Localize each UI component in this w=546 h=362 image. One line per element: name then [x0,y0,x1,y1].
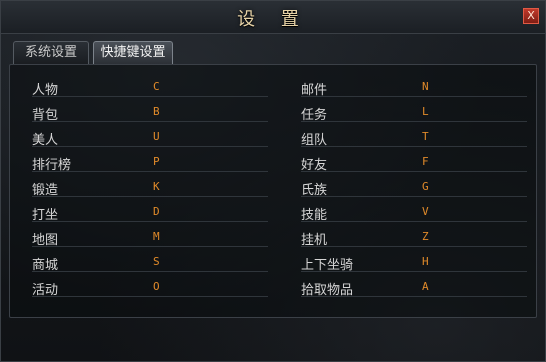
hotkey-action-label: 好友 [301,158,328,173]
hotkey-action-label: 拾取物品 [301,283,354,298]
tab-system-settings[interactable]: 系统设置 [13,41,89,64]
hotkey-key-value[interactable]: Z [422,230,429,243]
hotkey-row[interactable]: 锻造 K [32,177,268,198]
hotkey-row[interactable]: 上下坐骑 H [301,252,527,273]
window-title: 设 置 [237,9,309,30]
settings-window: 设 置 X 系统设置 快捷键设置 人物 C 背包 B 美人 U 排行榜 P 锻造… [0,0,546,362]
hotkey-key-value[interactable]: V [422,205,429,218]
hotkey-key-value[interactable]: D [153,205,160,218]
hotkey-key-value[interactable]: S [153,255,160,268]
hotkey-key-value[interactable]: L [422,105,429,118]
hotkey-action-label: 地图 [32,233,59,248]
hotkey-action-label: 排行榜 [32,158,72,173]
hotkey-action-label: 氏族 [301,183,328,198]
hotkey-key-value[interactable]: O [153,280,160,293]
hotkey-action-label: 邮件 [301,83,328,98]
hotkey-key-value[interactable]: K [153,180,160,193]
hotkey-action-label: 美人 [32,133,59,148]
hotkey-key-value[interactable]: H [422,255,429,268]
hotkey-key-value[interactable]: N [422,80,429,93]
hotkey-panel: 人物 C 背包 B 美人 U 排行榜 P 锻造 K 打坐 D 地图 M 商城 S [9,64,537,318]
hotkey-row[interactable]: 好友 F [301,152,527,173]
hotkey-row[interactable]: 人物 C [32,77,268,98]
hotkey-row[interactable]: 活动 O [32,277,268,298]
hotkey-action-label: 打坐 [32,208,59,223]
hotkey-key-value[interactable]: T [422,130,429,143]
hotkey-row[interactable]: 氏族 G [301,177,527,198]
hotkey-row[interactable]: 排行榜 P [32,152,268,173]
hotkey-key-value[interactable]: C [153,80,160,93]
hotkey-key-value[interactable]: G [422,180,429,193]
hotkey-row[interactable]: 任务 L [301,102,527,123]
hotkey-row[interactable]: 技能 V [301,202,527,223]
hotkey-action-label: 技能 [301,208,328,223]
close-button[interactable]: X [523,8,539,24]
hotkey-action-label: 活动 [32,283,59,298]
hotkey-action-label: 人物 [32,83,59,98]
hotkey-action-label: 锻造 [32,183,59,198]
hotkey-action-label: 上下坐骑 [301,258,354,273]
title-bar[interactable]: 设 置 X [1,1,545,34]
hotkey-row[interactable]: 组队 T [301,127,527,148]
hotkey-row[interactable]: 地图 M [32,227,268,248]
hotkey-action-label: 组队 [301,133,328,148]
hotkey-action-label: 背包 [32,108,59,123]
hotkey-key-value[interactable]: B [153,105,160,118]
hotkey-row[interactable]: 商城 S [32,252,268,273]
hotkey-key-value[interactable]: U [153,130,160,143]
hotkey-row[interactable]: 背包 B [32,102,268,123]
tab-hotkey-settings[interactable]: 快捷键设置 [93,41,173,64]
hotkey-key-value[interactable]: A [422,280,429,293]
hotkey-row[interactable]: 拾取物品 A [301,277,527,298]
hotkey-key-value[interactable]: P [153,155,160,168]
hotkey-action-label: 商城 [32,258,59,273]
hotkey-row[interactable]: 美人 U [32,127,268,148]
hotkey-key-value[interactable]: M [153,230,160,243]
hotkey-action-label: 任务 [301,108,328,123]
hotkey-row[interactable]: 邮件 N [301,77,527,98]
hotkey-row[interactable]: 挂机 Z [301,227,527,248]
hotkey-row[interactable]: 打坐 D [32,202,268,223]
hotkey-key-value[interactable]: F [422,155,429,168]
hotkey-action-label: 挂机 [301,233,328,248]
